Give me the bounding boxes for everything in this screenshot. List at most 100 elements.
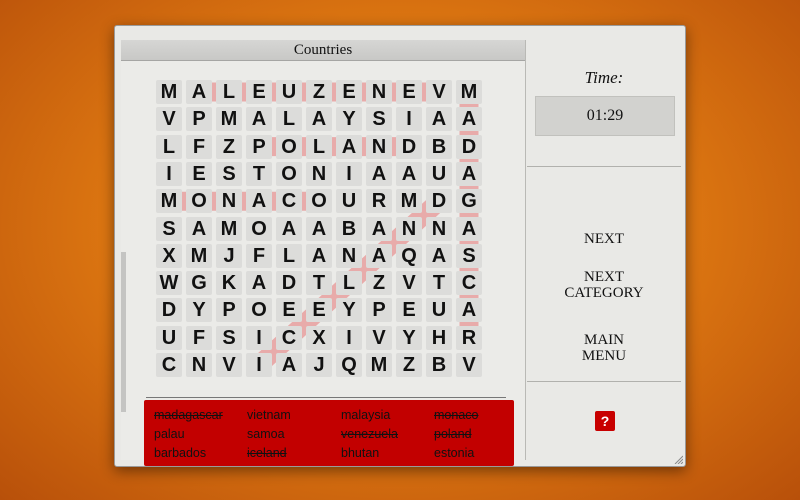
grid-cell[interactable]: Y (396, 325, 422, 350)
grid-cell[interactable]: A (456, 107, 482, 132)
grid-cell[interactable]: M (216, 216, 242, 241)
grid-cell[interactable]: O (186, 189, 212, 214)
grid-cell[interactable]: A (426, 243, 452, 268)
grid-cell[interactable]: D (156, 298, 182, 323)
grid-cell[interactable]: A (276, 216, 302, 241)
grid-cell[interactable]: A (366, 216, 392, 241)
grid-cell[interactable]: S (456, 243, 482, 268)
grid-cell[interactable]: L (276, 107, 302, 132)
grid-cell[interactable]: O (276, 134, 302, 159)
grid-cell[interactable]: Q (336, 353, 362, 377)
grid-cell[interactable]: G (456, 189, 482, 214)
grid-cell[interactable]: P (366, 298, 392, 323)
grid-cell[interactable]: W (156, 271, 182, 296)
grid-cell[interactable]: B (426, 134, 452, 159)
grid-cell[interactable]: Z (216, 134, 242, 159)
grid-cell[interactable]: F (186, 134, 212, 159)
next-button[interactable]: NEXT (527, 231, 681, 247)
grid-cell[interactable]: P (186, 107, 212, 132)
grid-cell[interactable]: L (156, 134, 182, 159)
grid-cell[interactable]: Y (186, 298, 212, 323)
grid-cell[interactable]: A (186, 216, 212, 241)
grid-cell[interactable]: A (186, 80, 212, 104)
grid-cell[interactable]: N (426, 216, 452, 241)
grid-cell[interactable]: B (336, 216, 362, 241)
grid-cell[interactable]: R (366, 189, 392, 214)
grid-cell[interactable]: Y (336, 107, 362, 132)
grid-cell[interactable]: A (456, 298, 482, 323)
grid-cell[interactable]: N (396, 216, 422, 241)
grid-cell[interactable]: O (246, 216, 272, 241)
grid-cell[interactable]: L (216, 80, 242, 104)
grid-cell[interactable]: L (336, 271, 362, 296)
grid-cell[interactable]: I (246, 353, 272, 377)
grid-cell[interactable]: D (456, 134, 482, 159)
grid-cell[interactable]: J (216, 243, 242, 268)
grid-cell[interactable]: A (246, 271, 272, 296)
grid-cell[interactable]: S (366, 107, 392, 132)
main-menu-button[interactable]: MAIN MENU (527, 332, 681, 364)
grid-cell[interactable]: C (156, 353, 182, 377)
grid-cell[interactable]: V (396, 271, 422, 296)
grid-cell[interactable]: M (186, 243, 212, 268)
grid-cell[interactable]: E (186, 161, 212, 186)
grid-cell[interactable]: C (276, 189, 302, 214)
grid-cell[interactable]: T (246, 161, 272, 186)
grid-cell[interactable]: A (366, 243, 392, 268)
grid-cell[interactable]: F (246, 243, 272, 268)
grid-cell[interactable]: A (336, 134, 362, 159)
grid-cell[interactable]: D (426, 189, 452, 214)
grid-cell[interactable]: U (426, 298, 452, 323)
grid-cell[interactable]: O (276, 161, 302, 186)
grid-cell[interactable]: F (186, 325, 212, 350)
grid-cell[interactable]: Q (396, 243, 422, 268)
resize-grip-icon[interactable] (673, 454, 683, 464)
grid-cell[interactable]: R (456, 325, 482, 350)
grid-cell[interactable]: I (396, 107, 422, 132)
grid-cell[interactable]: T (306, 271, 332, 296)
grid-cell[interactable]: A (246, 107, 272, 132)
grid-cell[interactable]: P (246, 134, 272, 159)
grid-cell[interactable]: J (306, 353, 332, 377)
grid-cell[interactable]: U (336, 189, 362, 214)
grid-cell[interactable]: N (366, 80, 392, 104)
grid-cell[interactable]: V (426, 80, 452, 104)
grid-cell[interactable]: U (156, 325, 182, 350)
grid-cell[interactable]: V (216, 353, 242, 377)
grid-cell[interactable]: A (306, 107, 332, 132)
grid-cell[interactable]: V (366, 325, 392, 350)
next-category-button[interactable]: NEXT CATEGORY (527, 269, 681, 301)
grid-cell[interactable]: O (246, 298, 272, 323)
grid-cell[interactable]: I (336, 161, 362, 186)
grid-cell[interactable]: A (246, 189, 272, 214)
grid-cell[interactable]: N (186, 353, 212, 377)
grid-cell[interactable]: V (456, 353, 482, 377)
grid-cell[interactable]: L (306, 134, 332, 159)
grid-cell[interactable]: M (156, 189, 182, 214)
grid-cell[interactable]: B (426, 353, 452, 377)
grid-cell[interactable]: A (276, 353, 302, 377)
grid-cell[interactable]: S (216, 161, 242, 186)
grid-cell[interactable]: E (336, 80, 362, 104)
grid-cell[interactable]: M (366, 353, 392, 377)
grid-cell[interactable]: E (396, 298, 422, 323)
grid-cell[interactable]: P (216, 298, 242, 323)
grid-cell[interactable]: O (306, 189, 332, 214)
help-button[interactable]: ? (595, 411, 615, 431)
grid-cell[interactable]: Z (396, 353, 422, 377)
grid-cell[interactable]: N (366, 134, 392, 159)
grid-cell[interactable]: E (396, 80, 422, 104)
grid-cell[interactable]: N (216, 189, 242, 214)
grid-cell[interactable]: A (306, 216, 332, 241)
grid-cell[interactable]: S (156, 216, 182, 241)
grid-cell[interactable]: E (276, 298, 302, 323)
grid-cell[interactable]: C (276, 325, 302, 350)
grid-cell[interactable]: Z (306, 80, 332, 104)
letter-grid[interactable]: MALEUZENEVMVPMALAYSIAALFZPOLANDBDIESTONI… (156, 80, 486, 380)
grid-cell[interactable]: E (306, 298, 332, 323)
grid-cell[interactable]: A (426, 107, 452, 132)
grid-cell[interactable]: S (216, 325, 242, 350)
grid-cell[interactable]: A (366, 161, 392, 186)
grid-cell[interactable]: U (426, 161, 452, 186)
grid-cell[interactable]: M (396, 189, 422, 214)
